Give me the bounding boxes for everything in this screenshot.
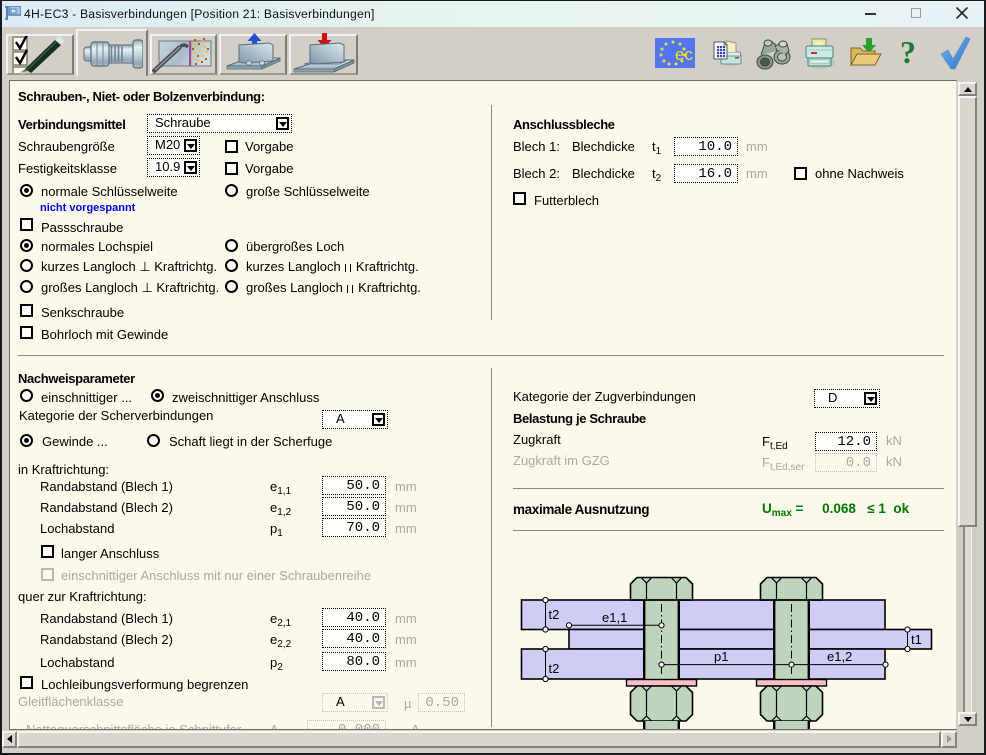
svg-text:e1,2: e1,2 [827, 649, 852, 664]
svg-text:e1,1: e1,1 [602, 610, 627, 625]
svg-text:t2: t2 [549, 661, 560, 676]
svg-text:p1: p1 [714, 649, 728, 664]
svg-text:?: ? [900, 36, 916, 70]
svg-text:ec: ec [675, 45, 693, 64]
svg-text:t2: t2 [549, 607, 560, 622]
svg-text:t1: t1 [911, 632, 922, 647]
